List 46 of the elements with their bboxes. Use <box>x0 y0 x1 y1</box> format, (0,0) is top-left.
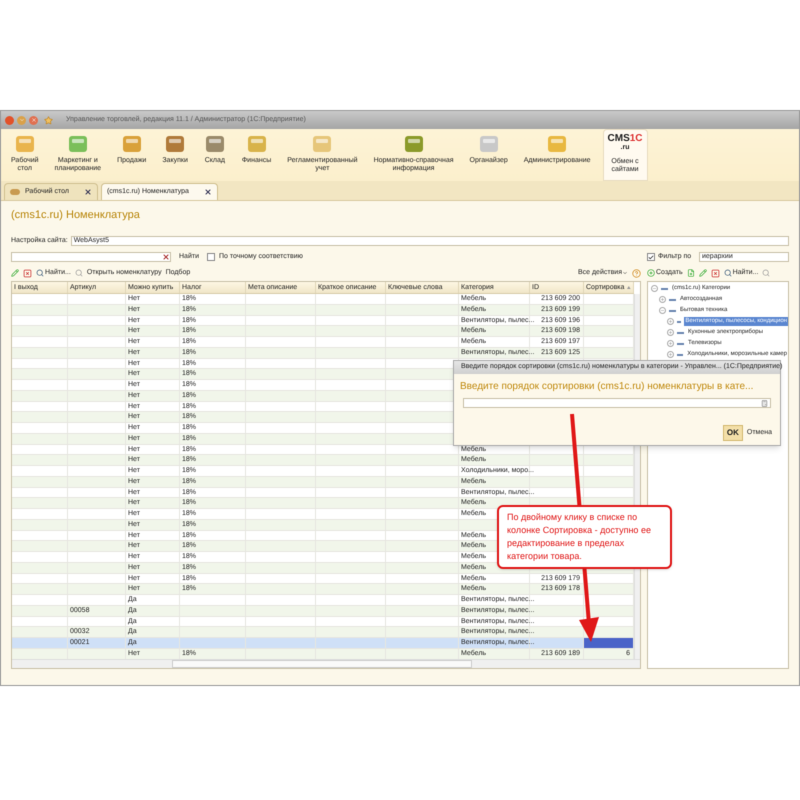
clear-icon[interactable] <box>162 253 170 261</box>
callout-tooltip: По двойному клику в списке по колонке Сортировка - доступно ее редактирование в пределах категории товара. <box>497 505 672 569</box>
section-tile-icon <box>246 133 268 155</box>
section-tile-icon <box>14 133 36 155</box>
collapse-icon[interactable] <box>651 285 658 292</box>
caret-icon <box>622 270 628 276</box>
calculator-icon[interactable] <box>761 400 768 406</box>
horizontal-scrollbar[interactable] <box>12 659 640 668</box>
expand-icon[interactable] <box>667 318 674 325</box>
expand-icon[interactable] <box>667 329 674 336</box>
desk-icon <box>10 189 20 195</box>
section-tile-icon <box>546 133 568 155</box>
checkbox[interactable] <box>647 253 655 261</box>
section-tile-icon <box>478 133 500 155</box>
section-tile-icon <box>204 133 226 155</box>
search-field[interactable] <box>11 252 171 262</box>
sort-arrow-icon <box>627 285 631 290</box>
expand-icon[interactable] <box>667 340 674 347</box>
star-icon[interactable] <box>44 116 53 124</box>
help-icon[interactable] <box>632 268 641 278</box>
plus-icon <box>647 269 655 277</box>
section-tile-icon <box>164 133 186 155</box>
section-tile-icon <box>402 133 425 155</box>
delete-icon[interactable] <box>23 268 32 278</box>
expand-icon[interactable] <box>667 351 674 358</box>
section-tile-icon <box>311 133 334 155</box>
search-icon <box>724 269 732 277</box>
ok-button[interactable]: OK <box>722 425 743 441</box>
section-tile-icon <box>120 133 143 155</box>
add-file-icon[interactable] <box>686 269 695 277</box>
menu-icon[interactable] <box>17 116 26 124</box>
number-field[interactable] <box>463 398 771 408</box>
edit-icon[interactable] <box>698 269 707 277</box>
expand-icon[interactable] <box>659 296 666 303</box>
app-logo-icon <box>5 116 14 124</box>
delete-icon[interactable] <box>710 268 720 278</box>
edit-icon[interactable] <box>11 269 19 277</box>
collapse-icon[interactable] <box>659 307 666 314</box>
page-title: (cms1c.ru) Номенклатура <box>11 208 141 223</box>
search-icon[interactable] <box>74 269 83 277</box>
search-icon <box>36 269 44 277</box>
search-icon[interactable] <box>762 269 770 277</box>
close-icon[interactable] <box>204 188 212 196</box>
section-tile-icon <box>66 133 89 155</box>
close-icon[interactable] <box>84 188 92 196</box>
checkbox[interactable] <box>206 253 215 261</box>
